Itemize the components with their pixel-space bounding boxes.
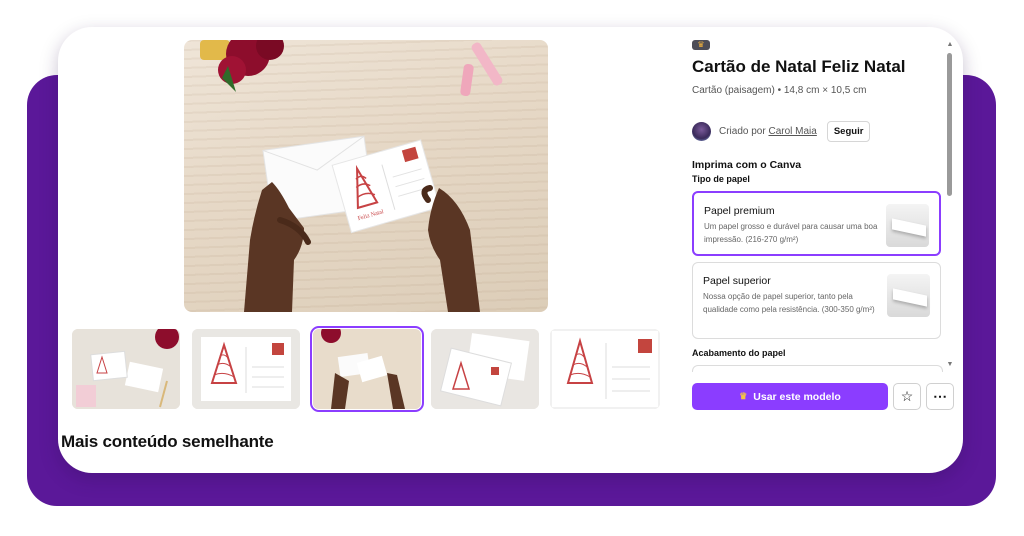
avatar[interactable] — [692, 121, 711, 141]
template-info-panel: ♛ Cartão de Natal Feliz Natal Cartão (pa… — [692, 27, 963, 473]
more-content-heading: Mais conteúdo semelhante — [61, 432, 274, 451]
crown-icon: ♛ — [739, 391, 748, 401]
paper-option-desc: Nossa opção de papel superior, tanto pel… — [703, 292, 875, 314]
crown-icon: ♛ — [692, 40, 710, 50]
thumbnail-3-selected[interactable] — [310, 326, 424, 412]
scrollbar-thumb[interactable] — [947, 53, 952, 196]
star-icon: ☆ — [900, 388, 914, 404]
more-icon: ⋯ — [933, 388, 947, 404]
scrollbar[interactable]: ▲ ▼ — [946, 41, 954, 369]
print-heading: Imprima com o Canva — [692, 159, 802, 171]
use-template-label: Usar este modelo — [753, 390, 841, 403]
paper-option-desc: Um papel grosso e durável para causar um… — [704, 222, 878, 244]
thumbnail-2[interactable] — [192, 329, 300, 409]
thumbnail-4[interactable] — [431, 329, 539, 409]
template-title: Cartão de Natal Feliz Natal — [692, 57, 906, 76]
more-options-button[interactable]: ⋯ — [926, 383, 954, 410]
paper-type-label: Tipo de papel — [692, 174, 750, 184]
paper-finish-label: Acabamento do papel — [692, 348, 786, 358]
scroll-up-arrow-icon[interactable]: ▲ — [946, 41, 954, 49]
creator-prefix: Criado por — [719, 125, 766, 137]
thumbnail-1[interactable] — [72, 329, 180, 409]
paper-sample-image — [887, 274, 930, 317]
paper-option-name: Papel premium — [704, 205, 775, 217]
scroll-down-arrow-icon[interactable]: ▼ — [946, 361, 954, 369]
paper-option-premium[interactable]: Papel premium Um papel grosso e durável … — [692, 191, 941, 256]
paper-option-superior[interactable]: Papel superior Nossa opção de papel supe… — [692, 262, 941, 339]
creator-row: Criado por Carol Maia Seguir — [692, 120, 871, 142]
template-detail-card: Feliz Natal Mais conteúdo semelhante ♛ C… — [58, 27, 963, 473]
template-dimensions: Cartão (paisagem) • 14,8 cm × 10,5 cm — [692, 85, 867, 96]
paper-finish-option[interactable] — [692, 365, 943, 372]
thumbnail-5[interactable] — [550, 329, 660, 409]
paper-sample-image — [886, 204, 929, 247]
main-preview-image[interactable]: Feliz Natal — [184, 40, 548, 312]
use-template-button[interactable]: ♛ Usar este modelo — [692, 383, 888, 410]
paper-option-name: Papel superior — [703, 275, 771, 287]
follow-button[interactable]: Seguir — [826, 120, 871, 142]
favorite-button[interactable]: ☆ — [893, 383, 921, 410]
creator-link[interactable]: Carol Maia — [768, 126, 816, 137]
